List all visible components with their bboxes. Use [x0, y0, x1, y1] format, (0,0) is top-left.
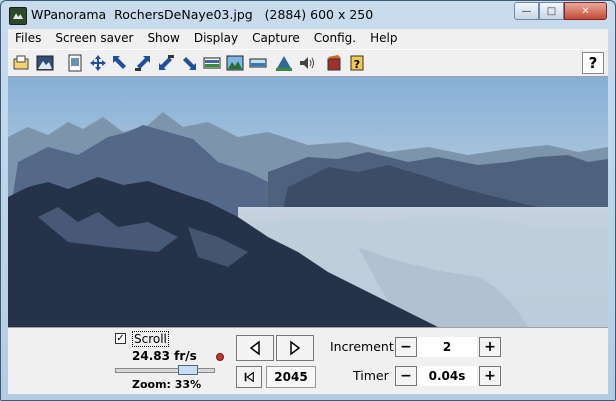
timer-plus-button[interactable]: +	[479, 366, 501, 386]
menu-help[interactable]: Help	[363, 29, 404, 48]
scroll-left-button[interactable]	[236, 335, 274, 361]
arrow-out-icon[interactable]	[133, 53, 153, 73]
scroll-checkbox[interactable]: ✓	[115, 333, 126, 344]
panorama-viewport[interactable]	[8, 77, 608, 327]
picture-icon[interactable]	[35, 53, 55, 73]
panorama-icon[interactable]	[202, 53, 222, 73]
panorama-image	[8, 77, 608, 327]
timer-field[interactable]: 0.04s	[417, 366, 477, 386]
timer-minus-button[interactable]: −	[395, 366, 417, 386]
triangle-right-icon	[290, 340, 301, 356]
client-area: Files Screen saver Show Display Capture …	[8, 29, 608, 394]
arrow-up-left-icon[interactable]	[110, 53, 130, 73]
mountain-icon[interactable]	[274, 53, 294, 73]
zoom-slider-thumb[interactable]	[178, 365, 199, 375]
increment-plus-button[interactable]: +	[479, 337, 501, 357]
zoom-slider-track[interactable]	[115, 368, 215, 373]
maximize-button[interactable]: □	[539, 2, 564, 20]
go-to-start-button[interactable]	[236, 366, 262, 388]
open-file-icon[interactable]	[11, 53, 31, 73]
timer-label: Timer	[353, 368, 389, 383]
frame-rate-readout: 24.83 fr/s	[132, 349, 197, 363]
menu-display[interactable]: Display	[187, 29, 245, 48]
menu-show[interactable]: Show	[140, 29, 186, 48]
position-field[interactable]: 2045	[266, 366, 316, 388]
minimize-button[interactable]: —	[514, 2, 539, 20]
status-led-icon	[216, 353, 224, 361]
increment-minus-button[interactable]: −	[395, 337, 417, 357]
app-window: WPanorama RochersDeNaye03.jpg (2884) 600…	[0, 0, 616, 401]
arrow-in-icon[interactable]	[156, 53, 176, 73]
scroll-right-button[interactable]	[276, 335, 314, 361]
menu-config[interactable]: Config.	[307, 29, 363, 48]
speaker-icon[interactable]	[297, 53, 317, 73]
scroll-label[interactable]: Scroll	[132, 331, 169, 347]
control-panel: ✓ Scroll 24.83 fr/s Zoom: 33% 2045 Incre…	[8, 327, 608, 394]
skip-start-icon	[244, 371, 254, 383]
menu-capture[interactable]: Capture	[245, 29, 307, 48]
close-button[interactable]: ✕	[564, 2, 607, 20]
menu-files[interactable]: Files	[8, 29, 48, 48]
page-icon[interactable]	[65, 53, 85, 73]
svg-text:?: ?	[354, 58, 360, 71]
app-logo-icon[interactable]	[9, 7, 27, 25]
panorama-color-icon[interactable]	[225, 53, 245, 73]
title-bar[interactable]: WPanorama RochersDeNaye03.jpg (2884) 600…	[1, 1, 615, 29]
panorama-strip-icon[interactable]	[248, 53, 268, 73]
move-icon[interactable]	[88, 53, 108, 73]
arrow-down-right-icon[interactable]	[179, 53, 199, 73]
book-icon[interactable]	[324, 53, 344, 73]
window-title: WPanorama RochersDeNaye03.jpg (2884) 600…	[31, 7, 374, 22]
increment-label: Increment	[330, 339, 394, 354]
menu-screen-saver[interactable]: Screen saver	[48, 29, 140, 48]
menu-bar: Files Screen saver Show Display Capture …	[8, 29, 608, 48]
caption-buttons: — □ ✕	[514, 2, 607, 20]
toolbar: ? ?	[8, 49, 608, 77]
help-book-icon[interactable]: ?	[347, 53, 367, 73]
help-button[interactable]: ?	[582, 52, 604, 74]
zoom-label: Zoom: 33%	[132, 378, 202, 391]
triangle-left-icon	[249, 340, 260, 356]
increment-field[interactable]: 2	[417, 337, 477, 357]
